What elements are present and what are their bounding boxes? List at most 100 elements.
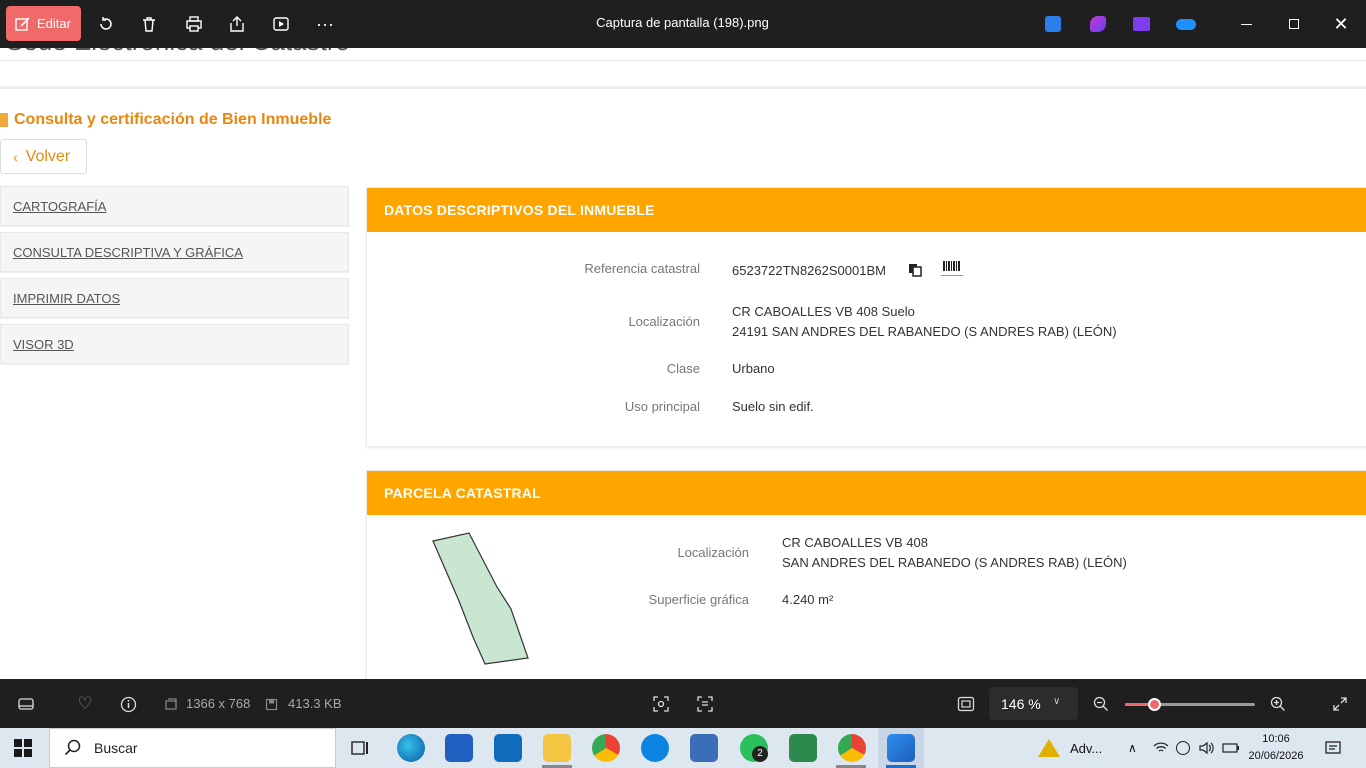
divider [0, 86, 1366, 89]
clipchamp-icon[interactable] [1086, 12, 1110, 36]
zoom-in-icon[interactable] [1267, 693, 1289, 715]
image-viewport: Sede Electrónica del Catastro Consulta y… [0, 48, 1366, 679]
search-icon [64, 739, 81, 756]
zoom-value: 146 % [1001, 695, 1041, 712]
chevron-left-icon: ‹ [13, 148, 18, 165]
onedrive-icon[interactable] [1174, 12, 1198, 36]
designer-app-icon[interactable] [1041, 12, 1065, 36]
visual-search-icon[interactable] [650, 693, 672, 715]
parcel-shape [432, 532, 529, 665]
clase-value: Urbano [732, 361, 775, 376]
ref-value: 6523722TN8262S0001BM [732, 263, 886, 278]
wifi-icon[interactable] [1153, 728, 1169, 768]
page-title: Consulta y certificación de Bien Inmuebl… [0, 111, 331, 129]
spreadsheet-app-icon[interactable] [789, 734, 817, 762]
edit-label: Editar [37, 16, 71, 31]
sidebar-menu: CARTOGRAFÍA CONSULTA DESCRIPTIVA Y GRÁFI… [0, 186, 349, 370]
favorite-icon[interactable]: ♡ [74, 693, 96, 715]
restore-icon[interactable] [1282, 12, 1306, 36]
filmstrip-icon[interactable] [15, 693, 37, 715]
weather-text: Adv... [1070, 740, 1103, 756]
site-title-cut: Sede Electrónica del Catastro [6, 48, 350, 57]
clock-date: 20/06/2026 [1248, 750, 1304, 762]
more-icon[interactable]: ··· [313, 12, 337, 36]
notification-badge: 2 [752, 746, 768, 762]
title-marker-icon [0, 113, 8, 127]
datos-card-header: DATOS DESCRIPTIVOS DEL INMUEBLE [367, 188, 1366, 232]
text-extract-icon[interactable] [694, 693, 716, 715]
chrome-icon[interactable] [592, 734, 620, 762]
sidebar-item-visor-3d[interactable]: VISOR 3D [0, 324, 349, 364]
taskbar: Buscar 2 Adv... ∧ 10:06 20/06/2026 [0, 728, 1366, 768]
browser-app-icon[interactable] [641, 734, 669, 762]
uso-label: Uso principal [624, 399, 700, 414]
print-icon[interactable] [182, 12, 206, 36]
parcela-loc-line1: CR CABOALLES VB 408 [782, 535, 928, 550]
info-icon[interactable] [117, 693, 139, 715]
clock-time: 10:06 [1262, 733, 1290, 745]
store-icon[interactable] [445, 734, 473, 762]
status-bar: ♡ 1366 x 768 413.3 KB 146 % ∨ [0, 679, 1366, 728]
parcela-card-header: PARCELA CATASTRAL [367, 471, 1366, 515]
sidebar-item-cartografia[interactable]: CARTOGRAFÍA [0, 186, 349, 226]
ref-label: Referencia catastral [584, 261, 700, 276]
fit-to-window-icon[interactable] [955, 693, 977, 715]
localizacion-line2: 24191 SAN ANDRES DEL RABANEDO (S ANDRES … [732, 324, 1117, 339]
back-button[interactable]: ‹ Volver [0, 139, 87, 174]
filesize-icon [260, 693, 282, 715]
sidebar-item-imprimir[interactable]: IMPRIMIR DATOS [0, 278, 349, 318]
dimensions-icon [160, 693, 182, 715]
share-icon[interactable] [225, 12, 249, 36]
warning-icon [1038, 739, 1060, 757]
barcode-icon[interactable] [941, 260, 963, 278]
chrome-profile-icon[interactable] [838, 734, 866, 762]
search-placeholder: Buscar [94, 740, 138, 756]
weather-widget[interactable]: Adv... [1038, 728, 1102, 768]
notifications-icon[interactable] [1324, 728, 1342, 768]
volume-icon[interactable] [1198, 728, 1214, 768]
rotate-icon[interactable] [94, 12, 118, 36]
parcela-loc-label: Localización [677, 545, 749, 560]
copy-icon[interactable] [908, 263, 922, 277]
edge-icon[interactable] [397, 734, 425, 762]
security-icon[interactable] [1176, 728, 1190, 768]
delete-icon[interactable] [137, 12, 161, 36]
slideshow-icon[interactable] [269, 12, 293, 36]
title-bar: Editar ··· Captura de pantalla (198).png… [0, 0, 1366, 48]
parcela-catastral-card: PARCELA CATASTRAL Localización CR CABOAL… [366, 470, 1366, 679]
file-size: 413.3 KB [288, 696, 342, 711]
superficie-value: 4.240 m² [782, 592, 834, 607]
window-title: Captura de pantalla (198).png [596, 15, 769, 30]
zoom-slider-thumb[interactable] [1148, 698, 1161, 711]
outlook-icon[interactable] [494, 734, 522, 762]
file-explorer-icon[interactable] [543, 734, 571, 762]
superficie-label: Superficie gráfica [648, 592, 749, 607]
clase-label: Clase [666, 361, 700, 376]
divider [0, 60, 1366, 61]
clock[interactable]: 10:06 20/06/2026 [1246, 731, 1306, 765]
page-title-text: Consulta y certificación de Bien Inmuebl… [14, 111, 332, 128]
minimize-icon[interactable] [1234, 12, 1258, 36]
windows-start-icon[interactable] [14, 739, 32, 757]
zoom-dropdown[interactable]: 146 % ∨ [989, 687, 1078, 720]
edit-button[interactable]: Editar [6, 6, 81, 41]
edit-icon [15, 16, 30, 31]
video-editor-icon[interactable] [1129, 12, 1153, 36]
task-view-icon[interactable] [346, 734, 374, 762]
taskbar-search[interactable]: Buscar [49, 728, 336, 768]
close-icon[interactable]: ✕ [1329, 12, 1353, 36]
parcela-loc-line2: SAN ANDRES DEL RABANEDO (S ANDRES RAB) (… [782, 555, 1127, 570]
fullscreen-icon[interactable] [1329, 693, 1351, 715]
chevron-down-icon: ∨ [1053, 696, 1061, 707]
photos-icon[interactable] [887, 734, 915, 762]
localizacion-line1: CR CABOALLES VB 408 Suelo [732, 304, 915, 319]
uso-value: Suelo sin edif. [732, 399, 814, 414]
back-label: Volver [25, 147, 71, 165]
datos-descriptivos-card: DATOS DESCRIPTIVOS DEL INMUEBLE Referenc… [366, 187, 1366, 447]
localizacion-label: Localización [628, 314, 700, 329]
zoom-out-icon[interactable] [1090, 693, 1112, 715]
chevron-up-icon[interactable]: ∧ [1128, 728, 1137, 768]
sidebar-item-consulta[interactable]: CONSULTA DESCRIPTIVA Y GRÁFICA [0, 232, 349, 272]
app-window-icon[interactable] [690, 734, 718, 762]
battery-icon[interactable] [1222, 728, 1240, 768]
